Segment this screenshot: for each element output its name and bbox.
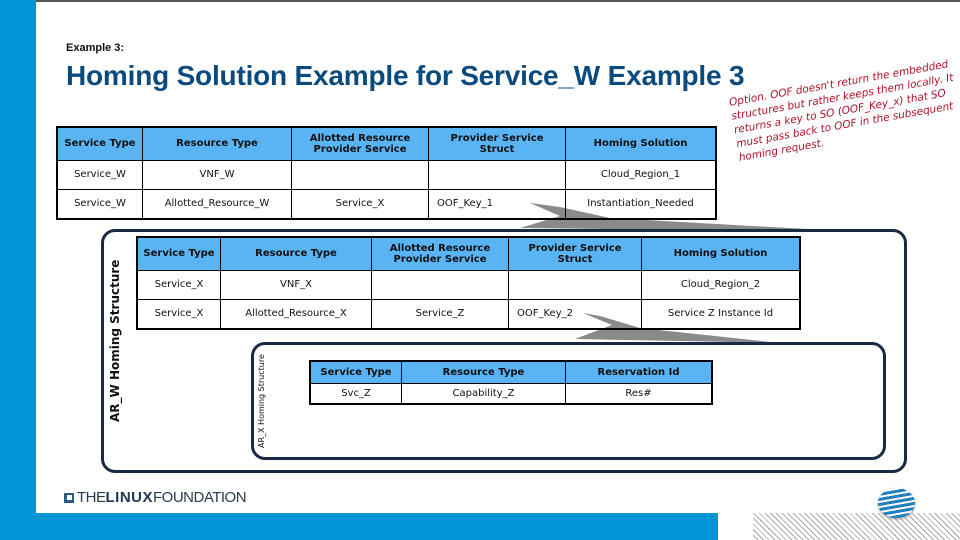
header-cell: Reservation Id (565, 360, 713, 384)
header-cell: Service Type (309, 360, 402, 384)
cell: Capability_Z (401, 382, 566, 405)
cell: Allotted_Resource_X (220, 298, 372, 330)
table-header-row: Service Type Resource Type Allotted Reso… (136, 236, 801, 271)
header-cell: Homing Solution (641, 236, 801, 271)
header-cell: Resource Type (401, 360, 566, 384)
cell: VNF_X (220, 269, 372, 300)
cell: Service_X (291, 188, 429, 220)
header-cell: Allotted Resource Provider Service (291, 126, 429, 161)
table-row: Service_W Allotted_Resource_W Service_X … (56, 188, 717, 220)
header-cell: Service Type (136, 236, 221, 271)
table-row: Service_X Allotted_Resource_X Service_Z … (136, 298, 801, 330)
table-header-row: Service Type Resource Type Allotted Reso… (56, 126, 717, 161)
table-row: Service_X VNF_X Cloud_Region_2 (136, 269, 801, 300)
header-cell: Provider Service Struct (508, 236, 642, 271)
header-cell: Service Type (56, 126, 143, 161)
cell (508, 269, 642, 300)
cell: Res# (565, 382, 713, 405)
logo-text-the: THE (77, 489, 106, 506)
header-cell: Provider Service Struct (428, 126, 566, 161)
cell: Service_X (136, 298, 221, 330)
cell: OOF_Key_2 (508, 298, 642, 330)
header-cell: Resource Type (142, 126, 292, 161)
cell: Service_X (136, 269, 221, 300)
cell: OOF_Key_1 (428, 188, 566, 220)
linux-foundation-logo: THE LINUX FOUNDATION (64, 489, 247, 506)
table-header-row: Service Type Resource Type Reservation I… (309, 360, 713, 384)
cell: Cloud_Region_1 (565, 159, 717, 190)
cell (428, 159, 566, 190)
header-cell: Resource Type (220, 236, 372, 271)
ar-w-homing-structure-label: AR_W Homing Structure (108, 259, 122, 422)
logo-text-foundation: FOUNDATION (153, 489, 247, 506)
table-row: Service_W VNF_W Cloud_Region_1 (56, 159, 717, 190)
ar-x-homing-structure-label: AR_X Homing Structure (257, 354, 266, 448)
linux-foundation-icon (64, 492, 74, 503)
cell (291, 159, 429, 190)
table-service-x: Service Type Resource Type Allotted Reso… (136, 236, 801, 330)
table-service-z: Service Type Resource Type Reservation I… (309, 360, 713, 405)
table-service-w: Service Type Resource Type Allotted Reso… (56, 126, 717, 220)
cell: Service_Z (371, 298, 509, 330)
cell: Cloud_Region_2 (641, 269, 801, 300)
header-cell: Allotted Resource Provider Service (371, 236, 509, 271)
cell: Service_W (56, 159, 143, 190)
cell: Svc_Z (309, 382, 402, 405)
cell: Instantiation_Needed (565, 188, 717, 220)
att-globe-icon (878, 488, 915, 518)
cell (371, 269, 509, 300)
logo-text-linux: LINUX (105, 489, 153, 506)
cell: Service Z Instance Id (641, 298, 801, 330)
cell: Allotted_Resource_W (142, 188, 292, 220)
header-cell: Homing Solution (565, 126, 717, 161)
table-row: Svc_Z Capability_Z Res# (309, 382, 713, 405)
cell: Service_W (56, 188, 143, 220)
cell: VNF_W (142, 159, 292, 190)
